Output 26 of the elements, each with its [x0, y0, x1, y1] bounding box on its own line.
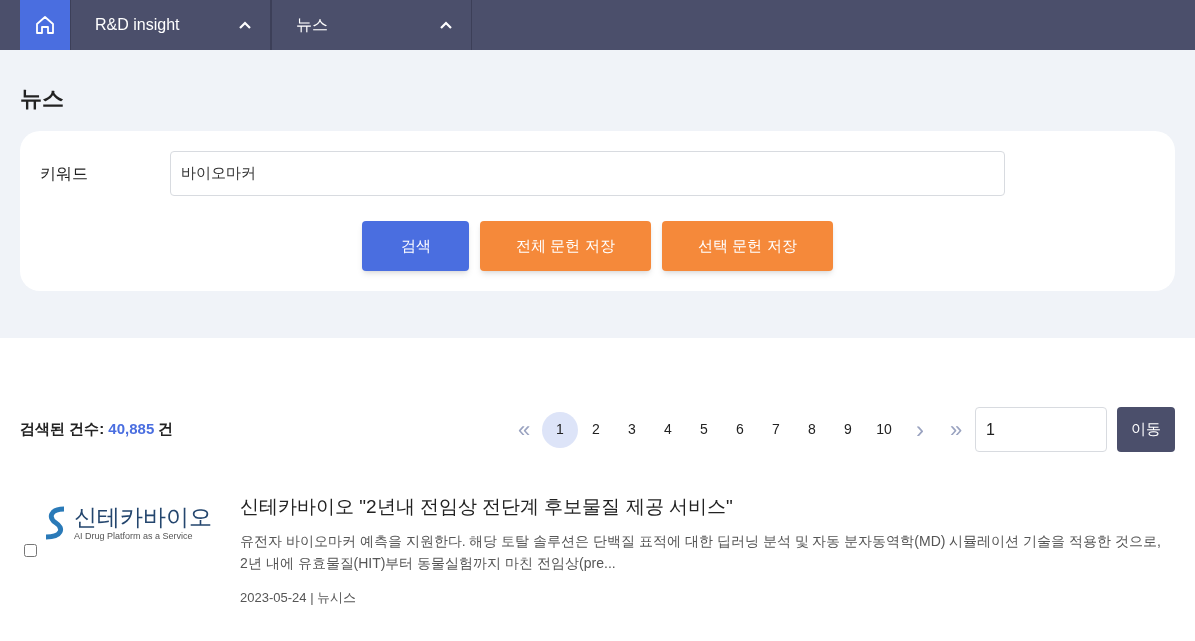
- home-button[interactable]: [20, 0, 70, 50]
- action-button[interactable]: 검색: [362, 221, 469, 271]
- article-summary: 유전자 바이오마커 예측을 지원한다. 해당 토탈 솔루션은 단백질 표적에 대한 딥러닝 분석 및 자동 분자동역학(MD) 시뮬레이션 기술을 적용한 것으로, 2년 내에 유효물질(HIT)부터 동물실험까지 마친 전임상(pre...: [240, 532, 1162, 573]
- page-button[interactable]: 1: [542, 411, 578, 448]
- page-button[interactable]: 8: [794, 411, 830, 448]
- chevron-icon: [439, 20, 453, 30]
- company-logo: 신테카바이오 AI Drug Platform as a Service: [20, 496, 240, 542]
- article-checkbox[interactable]: [24, 544, 37, 557]
- page-button[interactable]: 6: [722, 411, 758, 448]
- page-input[interactable]: 1: [975, 407, 1107, 452]
- page-button[interactable]: 3: [614, 411, 650, 448]
- go-button[interactable]: 이동: [1117, 407, 1175, 452]
- page-button[interactable]: 5: [686, 411, 722, 448]
- page-title: 뉴스: [20, 85, 65, 113]
- page-button[interactable]: 2: [578, 411, 614, 448]
- page-button[interactable]: 4: [650, 411, 686, 448]
- home-icon: [35, 15, 55, 35]
- page-button[interactable]: 10: [866, 411, 902, 448]
- keyword-label: 키워드: [40, 163, 89, 184]
- article-title[interactable]: 신테카바이오 "2년내 전임상 전단계 후보물질 제공 서비스": [240, 494, 1175, 520]
- result-count: 검색된 건수: 40,885 건: [20, 419, 174, 440]
- keyword-input[interactable]: 바이오마커: [170, 151, 1005, 196]
- page-button[interactable]: 7: [758, 411, 794, 448]
- chevron-icon: [238, 20, 252, 30]
- page-button[interactable]: 9: [830, 411, 866, 448]
- article-meta: 2023-05-24 | 뉴시스: [240, 589, 358, 607]
